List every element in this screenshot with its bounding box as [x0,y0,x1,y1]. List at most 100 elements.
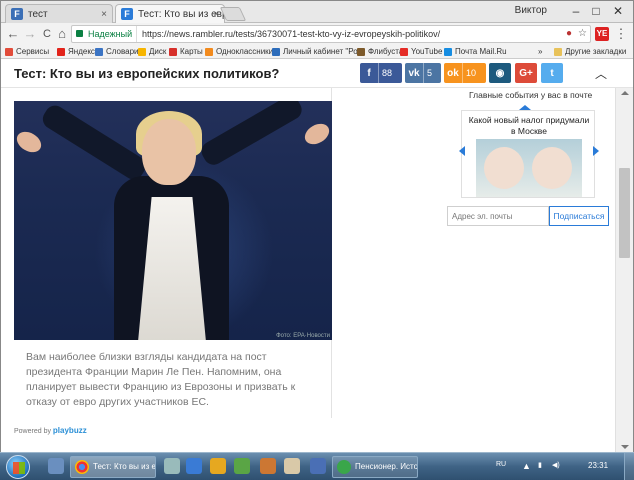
scroll-thumb[interactable] [619,168,630,258]
extension-icon[interactable]: YE [595,27,609,41]
language-indicator[interactable]: RU [496,461,506,468]
news-headline: Какой новый налог придумали в Москве [468,115,590,136]
bookmark-youtube[interactable]: YouTube [400,46,442,58]
email-field[interactable] [447,206,549,226]
mail-icon [444,48,452,56]
widget-title: Главные события у вас в почте [469,90,593,100]
carousel-next-arrow-icon[interactable] [593,146,599,156]
lock-icon [76,30,83,37]
page-title: Тест: Кто вы из европейских политиков? [14,66,280,81]
address-bar[interactable]: Надежный https://news.rambler.ru/tests/3… [71,25,591,43]
close-icon[interactable]: × [213,5,219,23]
share-facebook-button[interactable]: f 88 [360,63,402,83]
bookmark-maps[interactable]: Карты [169,46,203,58]
browser-toolbar: ← → C ⌂ Надежный https://news.rambler.ru… [1,23,633,45]
share-googleplus-button[interactable]: G+ [515,63,537,83]
bookmark-other[interactable]: Другие закладки [554,46,626,58]
bookmark-label: YouTube [411,47,443,56]
tab-quiz[interactable]: F Тест: Кто вы из европейс × [115,4,225,23]
tray-arrow-icon[interactable]: ▲ [522,461,531,471]
bookmarks-more-icon[interactable]: » [538,46,542,58]
youtube-icon [400,48,408,56]
bookmark-odnoklassniki[interactable]: Одноклассники [205,46,273,58]
close-icon[interactable]: × [101,5,107,23]
news-card[interactable]: Какой новый налог придумали в Москве [461,110,595,198]
start-button[interactable] [6,455,30,479]
menu-icon[interactable]: ⋮ [613,26,629,42]
share-livejournal-button[interactable]: ◉ [489,63,511,83]
profile-name[interactable]: Виктор [515,5,547,16]
bookmark-label: Диск [149,47,167,56]
share-ok-button[interactable]: ok 10 [444,63,486,83]
disk-icon [138,48,146,56]
quiz-result-card: Фото: EPA·Новости Вам наиболее близки вз… [14,88,332,418]
close-window-icon[interactable]: ✕ [609,3,627,19]
page-content: Фото: EPA·Новости Вам наиболее близки вз… [1,88,615,453]
share-twitter-button[interactable]: t [541,63,563,83]
livejournal-icon: ◉ [495,68,505,79]
bookmarks-bar: Сервисы Яндекс Словари Диск Карты Однокл… [1,45,633,59]
app-icon[interactable] [186,458,202,474]
home-icon[interactable]: ⌂ [54,26,70,42]
powered-by[interactable]: Powered by playbuzz [14,426,87,435]
app-icon[interactable] [284,458,300,474]
bookmark-mailru[interactable]: Почта Mail.Ru [444,46,507,58]
url-text[interactable]: https://news.rambler.ru/tests/36730071-t… [136,26,440,42]
share-count: 5 [423,63,437,83]
bookmark-dictionaries[interactable]: Словари [95,46,139,58]
taskbar-chrome-window[interactable]: Тест: Кто вы из европ... [70,456,156,478]
volume-icon[interactable]: ◀) [552,461,560,469]
tab-test[interactable]: F тест × [5,4,113,23]
reload-icon[interactable]: C [39,26,55,42]
tab-label: тест [28,9,48,20]
network-icon[interactable]: ▮ [538,461,542,469]
bookmark-services[interactable]: Сервисы [5,46,49,58]
media-player-icon[interactable] [210,458,226,474]
subscribe-button[interactable]: Подписаться [549,206,609,226]
secure-label: Надежный [88,29,133,39]
bookmark-label: Почта Mail.Ru [455,47,507,56]
odnoklassniki-icon [205,48,213,56]
chrome-icon [75,460,89,474]
app-icon[interactable] [234,458,250,474]
quiz-header: Тест: Кто вы из европейских политиков? f… [1,60,633,88]
collapse-chevron-up-icon[interactable]: ︿ [595,65,607,82]
word-icon[interactable] [310,458,326,474]
maximize-icon[interactable]: □ [587,3,605,19]
scroll-down-icon[interactable] [621,445,629,449]
site-settings-icon[interactable]: ● [566,29,572,39]
bookmark-label: Словари [106,47,139,56]
app-icon[interactable] [164,458,180,474]
googleplus-icon: G+ [519,68,533,79]
forward-icon[interactable]: → [22,26,38,42]
page-scrollbar[interactable] [615,88,633,453]
bookmark-flibusta[interactable]: Флибуста [357,46,403,58]
explorer-icon[interactable] [48,458,64,474]
star-icon[interactable]: ☆ [578,29,587,39]
tab-favicon-icon: F [11,8,23,20]
carousel-prev-arrow-icon[interactable] [459,146,465,156]
bookmark-label: Флибуста [368,47,404,56]
share-vk-button[interactable]: vk 5 [405,63,441,83]
bookmark-yandex[interactable]: Яндекс [57,46,95,58]
bookmark-label: Карты [180,47,203,56]
taskbar-window[interactable]: Пенсионер. Истори... [332,456,418,478]
back-icon[interactable]: ← [5,26,21,42]
vk-icon: vk [408,68,420,79]
bookmark-label: Сервисы [16,47,50,56]
bookmark-disk[interactable]: Диск [138,46,166,58]
taskbar-task-label: Тест: Кто вы из европ... [93,462,156,471]
tab-strip: F тест × F Тест: Кто вы из европейс × Ви… [1,1,633,23]
powered-by-label: Powered by [14,428,51,435]
clock[interactable]: 23:31 [588,461,608,470]
minimize-icon[interactable]: – [567,3,585,19]
show-desktop-button[interactable] [624,453,634,480]
dictionary-icon [95,48,103,56]
windows-taskbar: Тест: Кто вы из европ... Пенсионер. Исто… [0,452,634,480]
folder-icon [554,48,562,56]
app-icon[interactable] [260,458,276,474]
bookmark-account[interactable]: Личный кабинет "Ро [272,46,358,58]
tab-favicon-icon: F [121,8,133,20]
scroll-up-icon[interactable] [621,91,629,95]
share-count: 10 [462,63,481,83]
